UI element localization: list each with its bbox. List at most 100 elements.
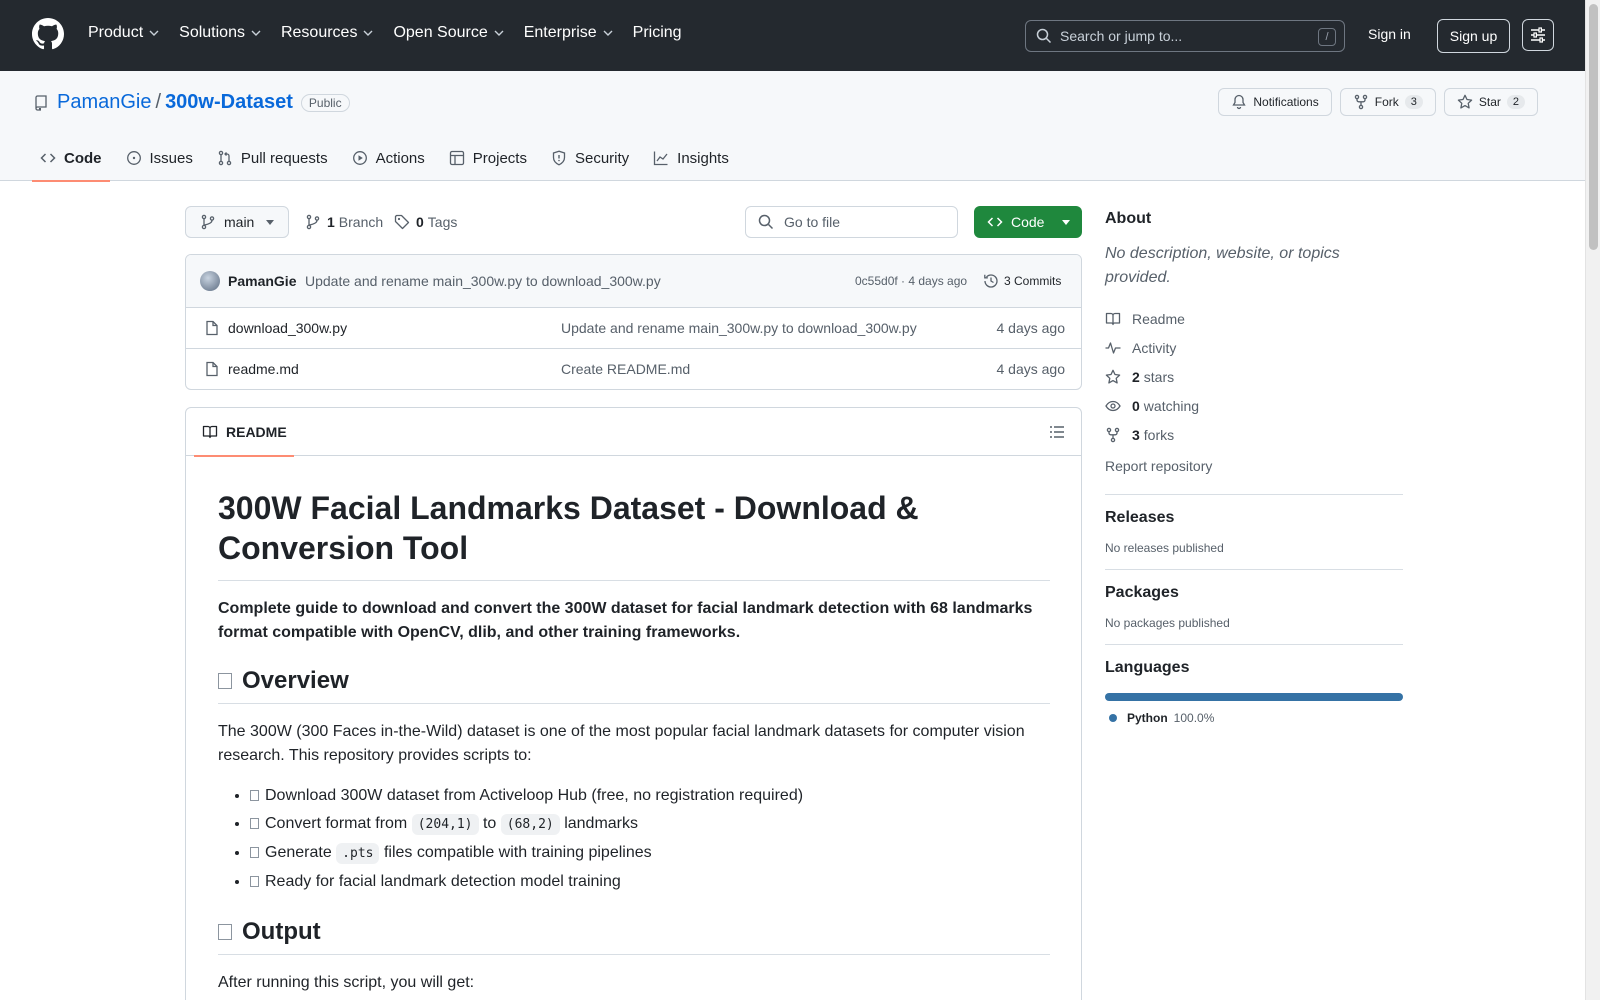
go-to-file-input[interactable]: Go to file [745, 206, 958, 238]
readme-tab[interactable]: README [194, 408, 294, 457]
tab-pull-requests[interactable]: Pull requests [209, 135, 336, 181]
language-name: Python [1127, 711, 1168, 725]
github-logo-icon[interactable] [32, 18, 64, 50]
tab-actions[interactable]: Actions [344, 135, 433, 181]
search-input[interactable]: Search or jump to... / [1025, 20, 1345, 52]
chevron-down-icon [149, 30, 159, 36]
readme-lead: Complete guide to download and convert t… [218, 600, 1033, 641]
releases-text: No releases published [1105, 541, 1224, 555]
readme-link-label: Readme [1132, 310, 1185, 327]
about-heading: About [1105, 210, 1152, 227]
list-item-text: Generate [265, 844, 332, 861]
repo-name-link[interactable]: 300w-Dataset [165, 91, 293, 114]
nav-resources[interactable]: Resources [281, 24, 373, 42]
search-shortcut-key: / [1318, 28, 1336, 46]
commit-meta[interactable]: 0c55d0f · 4 days ago [855, 274, 967, 288]
chevron-down-icon [363, 30, 373, 36]
tags-link[interactable]: 0 Tags [394, 214, 457, 230]
file-name-link[interactable]: download_300w.py [228, 320, 347, 336]
caret-down-icon [1062, 220, 1070, 225]
overview-heading: Overview [218, 667, 1050, 704]
language-bar-python [1105, 693, 1403, 701]
nav-solutions[interactable]: Solutions [179, 24, 261, 42]
commit-message[interactable]: Update and rename main_300w.py to downlo… [305, 273, 661, 289]
commit-author[interactable]: PamanGie [228, 273, 296, 289]
fork-icon [1106, 427, 1120, 442]
code-dropdown-button[interactable]: Code [974, 206, 1082, 238]
file-name-link[interactable]: readme.md [228, 361, 299, 377]
avatar[interactable] [200, 271, 220, 291]
stars-link[interactable]: 2 stars [1105, 362, 1403, 391]
repo-icon [35, 94, 47, 111]
readme-content: 300W Facial Landmarks Dataset - Download… [218, 488, 1050, 995]
tab-code[interactable]: Code [32, 135, 110, 182]
file-age: 4 days ago [996, 320, 1066, 336]
tag-label: Tags [427, 214, 458, 230]
nav-pricing[interactable]: Pricing [633, 24, 682, 42]
file-commit-message[interactable]: Create README.md [561, 361, 690, 377]
output-heading-text: Output [242, 918, 321, 945]
book-icon [1105, 312, 1121, 325]
sign-in-link[interactable]: Sign in [1368, 26, 1411, 42]
branch-icon [201, 214, 215, 230]
inline-code: (204,1) [411, 814, 479, 835]
report-repository-link[interactable]: Report repository [1105, 451, 1403, 480]
scrollbar-thumb[interactable] [1589, 4, 1598, 250]
branch-selector[interactable]: main [185, 206, 289, 238]
star-count: 2 [1506, 95, 1525, 109]
star-button[interactable]: Star 2 [1443, 88, 1538, 116]
fork-button[interactable]: Fork 3 [1339, 88, 1436, 116]
output-text: After running this script, you will get: [218, 974, 475, 991]
file-icon [206, 320, 218, 336]
readme-header: README [186, 408, 1081, 457]
activity-link[interactable]: Activity [1105, 333, 1403, 362]
releases-heading[interactable]: Releases [1105, 509, 1403, 527]
chevron-down-icon [603, 30, 613, 36]
table-icon [449, 150, 464, 166]
watching-count: 0 [1132, 397, 1140, 414]
tab-issues[interactable]: Issues [118, 135, 201, 181]
tab-projects[interactable]: Projects [441, 135, 535, 181]
nav-enterprise[interactable]: Enterprise [524, 24, 613, 42]
watching-link[interactable]: 0 watching [1105, 391, 1403, 420]
pulse-icon [1105, 341, 1121, 354]
tab-insights[interactable]: Insights [645, 135, 737, 181]
repo-owner-link[interactable]: PamanGie [57, 91, 152, 114]
feature-list: Download 300W dataset from Activeloop Hu… [250, 782, 1050, 896]
menu-button[interactable] [1522, 19, 1554, 51]
readme-panel: README 300W Facial Landmarks Dataset - D… [185, 407, 1082, 1000]
language-bar [1105, 693, 1403, 701]
file-commit-message[interactable]: Update and rename main_300w.py to downlo… [561, 320, 917, 336]
star-label: Star [1478, 95, 1501, 109]
sign-up-button[interactable]: Sign up [1437, 19, 1510, 53]
commits-link[interactable]: 3 Commits [983, 273, 1061, 289]
notifications-button[interactable]: Notifications [1218, 88, 1332, 116]
branches-link[interactable]: 1 Branch [305, 214, 383, 230]
page-scrollbar[interactable] [1585, 0, 1600, 1000]
list-unordered-icon[interactable] [1049, 424, 1065, 440]
language-item[interactable]: Python 100.0% [1105, 711, 1403, 725]
nav-open-source[interactable]: Open Source [393, 24, 504, 42]
tab-security[interactable]: Security [543, 135, 637, 181]
list-item-text: Download 300W dataset from Activeloop Hu… [265, 787, 804, 804]
repo-sidebar: About No description, website, or topics… [1105, 210, 1403, 725]
packages-heading[interactable]: Packages [1105, 584, 1403, 602]
nav-label: Resources [280, 24, 358, 41]
path-separator: / [155, 91, 162, 113]
repository-header: PamanGie / 300w-Dataset Public Notificat… [0, 71, 1585, 182]
pull-request-icon [218, 150, 232, 166]
branch-label: Branch [338, 214, 384, 230]
forks-link[interactable]: 3 forks [1105, 420, 1403, 449]
inline-code: (68,2) [500, 814, 560, 835]
tab-label: Projects [472, 149, 527, 167]
issue-icon [126, 151, 141, 165]
emoji-placeholder-icon [218, 924, 232, 940]
commits-label: 3 Commits [1004, 274, 1062, 288]
fork-label: Fork [1374, 95, 1399, 109]
readme-link[interactable]: Readme [1105, 304, 1403, 333]
tag-icon [394, 214, 410, 230]
notifications-label: Notifications [1253, 95, 1319, 109]
nav-product[interactable]: Product [88, 24, 159, 42]
tab-label: Insights [677, 149, 729, 167]
eye-icon [1105, 400, 1121, 411]
